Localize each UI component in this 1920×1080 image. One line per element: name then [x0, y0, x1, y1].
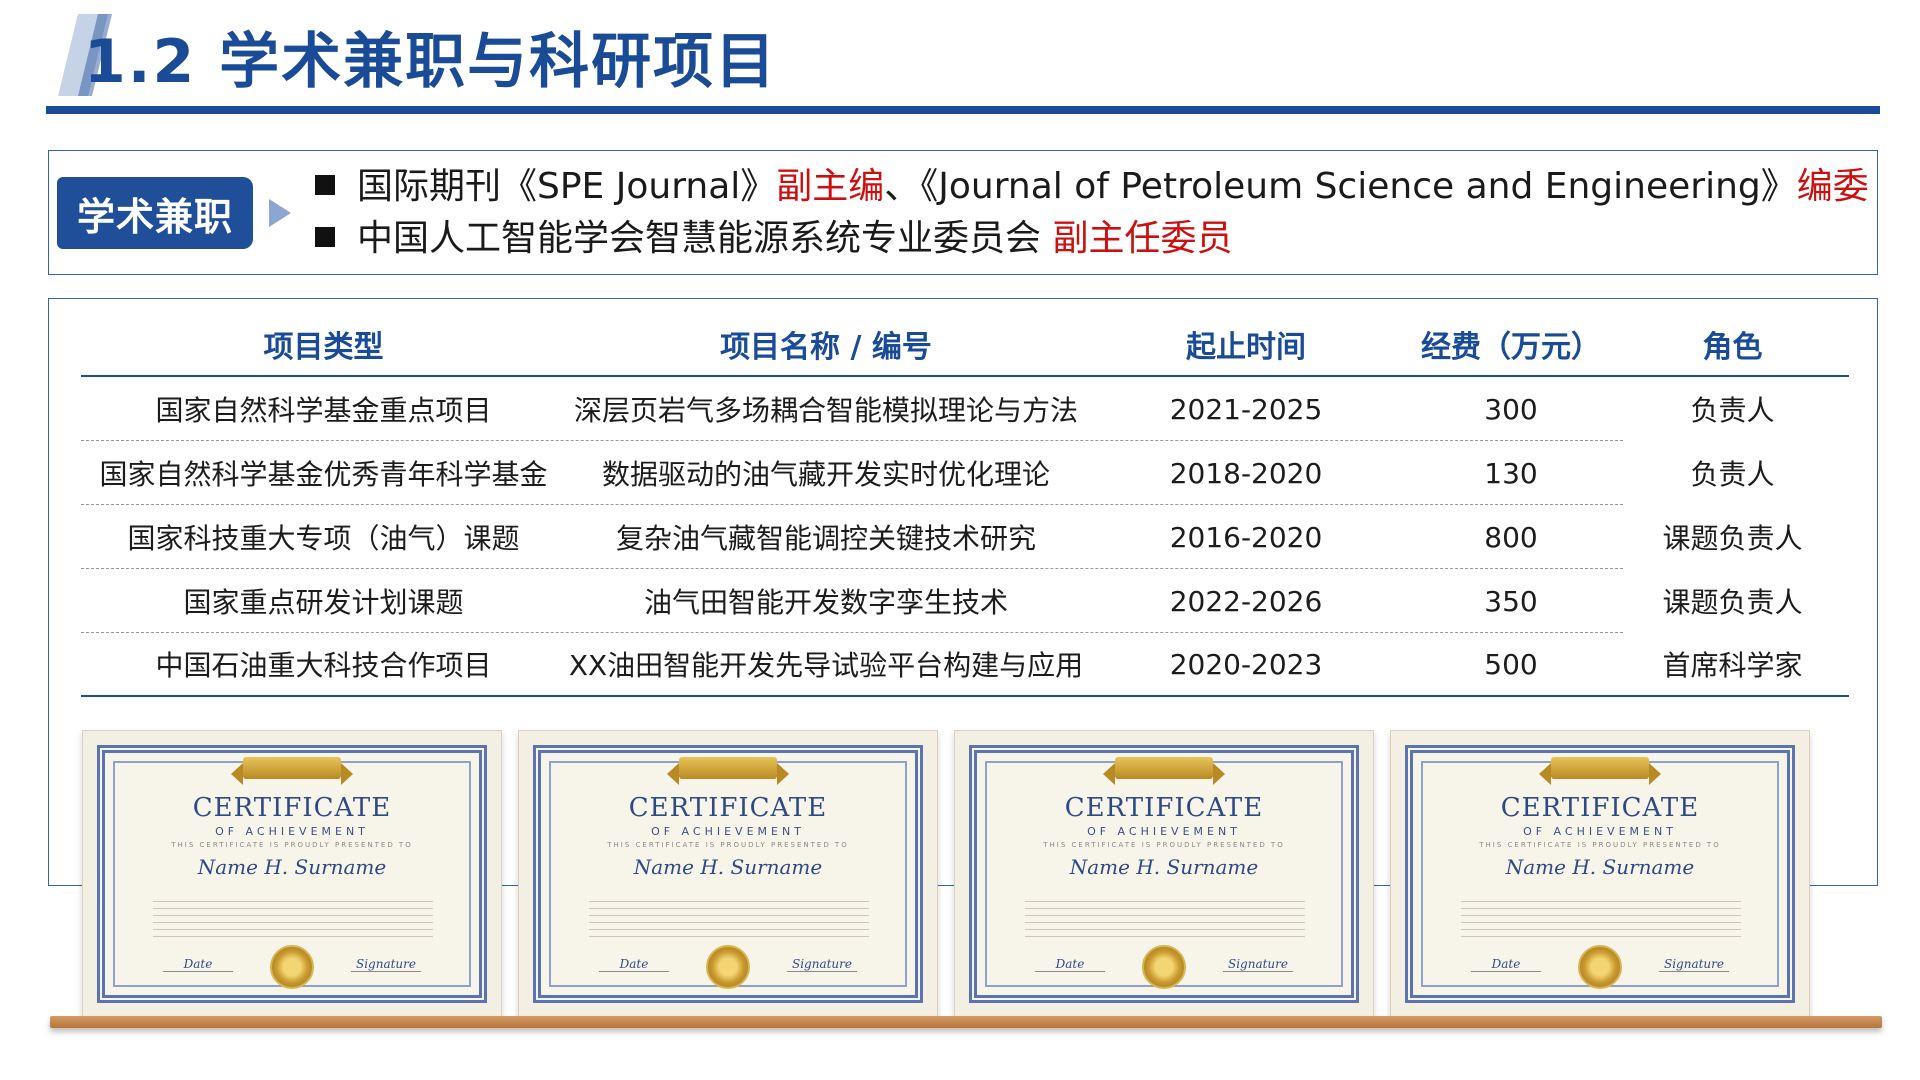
page-title: 1.2 学术兼职与科研项目	[84, 27, 778, 97]
header-role: 角色	[1702, 330, 1763, 365]
role-highlight: 编委	[1796, 166, 1869, 207]
header-funding: 经费（万元）	[1421, 330, 1601, 365]
table-row: 中国石油重大科技合作项目 XX油田智能开发先导试验平台构建与应用 2020-20…	[81, 633, 1849, 697]
header-name: 项目名称 / 编号	[720, 330, 932, 365]
certificate-body-text	[589, 895, 869, 939]
certificate-name: Name H. Surname	[197, 855, 387, 879]
certificate-image: CERTIFICATE OF ACHIEVEMENT THIS CERTIFIC…	[518, 730, 938, 1018]
certificate-name: Name H. Surname	[1069, 855, 1259, 879]
certificate-date: Date	[599, 957, 669, 972]
ribbon-icon	[667, 757, 789, 785]
certificate-date: Date	[163, 957, 233, 972]
certificate-signature: Signature	[1223, 957, 1293, 972]
certificate-image: CERTIFICATE OF ACHIEVEMENT THIS CERTIFIC…	[1390, 730, 1810, 1018]
academic-list: 国际期刊《SPE Journal》副主编、《Journal of Petrole…	[315, 161, 1869, 265]
title-underline	[46, 106, 1880, 114]
certificate-signature: Signature	[351, 957, 421, 972]
certificate-signature: Signature	[1659, 957, 1729, 972]
academic-posts-box: 学术兼职 国际期刊《SPE Journal》副主编、《Journal of Pe…	[48, 150, 1878, 275]
projects-table: 项目类型 项目名称 / 编号 起止时间 经费（万元） 角色 国家自然科学基金重点…	[81, 313, 1849, 697]
ribbon-icon	[1539, 757, 1661, 785]
ribbon-icon	[1103, 757, 1225, 785]
certificate-image: CERTIFICATE OF ACHIEVEMENT THIS CERTIFIC…	[954, 730, 1374, 1018]
certificate-tagline: THIS CERTIFICATE IS PROUDLY PRESENTED TO	[171, 841, 413, 849]
gold-seal-icon	[1142, 945, 1186, 989]
table-row: 国家自然科学基金重点项目 深层页岩气多场耦合智能模拟理论与方法 2021-202…	[81, 377, 1849, 441]
table-row: 国家自然科学基金优秀青年科学基金 数据驱动的油气藏开发实时优化理论 2018-2…	[81, 441, 1849, 505]
certificate-name: Name H. Surname	[633, 855, 823, 879]
certificate-heading: CERTIFICATE	[192, 793, 392, 823]
certificate-heading: CERTIFICATE	[1500, 793, 1700, 823]
header-type: 项目类型	[263, 330, 384, 365]
academic-item: 国际期刊《SPE Journal》副主编、《Journal of Petrole…	[315, 161, 1869, 213]
certificate-tagline: THIS CERTIFICATE IS PROUDLY PRESENTED TO	[607, 841, 849, 849]
certificate-body-text	[1461, 895, 1741, 939]
certificate-subheading: OF ACHIEVEMENT	[215, 825, 369, 838]
wooden-shelf	[50, 1016, 1882, 1028]
gold-seal-icon	[1578, 945, 1622, 989]
role-highlight: 副主任委员	[1052, 218, 1233, 259]
arrow-right-icon	[269, 199, 291, 227]
certificate-date: Date	[1035, 957, 1105, 972]
certificate-subheading: OF ACHIEVEMENT	[1523, 825, 1677, 838]
table-header-row: 项目类型 项目名称 / 编号 起止时间 经费（万元） 角色	[81, 313, 1849, 377]
ribbon-icon	[231, 757, 353, 785]
certificate-signature: Signature	[787, 957, 857, 972]
bullet-square-icon	[315, 227, 335, 247]
academic-item: 中国人工智能学会智慧能源系统专业委员会 副主任委员	[315, 213, 1869, 265]
gold-seal-icon	[270, 945, 314, 989]
certificate-tagline: THIS CERTIFICATE IS PROUDLY PRESENTED TO	[1043, 841, 1285, 849]
certificate-date: Date	[1471, 957, 1541, 972]
table-row: 国家科技重大专项（油气）课题 复杂油气藏智能调控关键技术研究 2016-2020…	[81, 505, 1849, 569]
certificate-body-text	[1025, 895, 1305, 939]
table-row: 国家重点研发计划课题 油气田智能开发数字孪生技术 2022-2026 350 课…	[81, 569, 1849, 633]
role-highlight: 副主编	[776, 166, 885, 207]
certificate-tagline: THIS CERTIFICATE IS PROUDLY PRESENTED TO	[1479, 841, 1721, 849]
certificate-name: Name H. Surname	[1505, 855, 1695, 879]
bullet-square-icon	[315, 175, 335, 195]
academic-tag: 学术兼职	[57, 177, 253, 249]
certificate-subheading: OF ACHIEVEMENT	[1087, 825, 1241, 838]
certificate-heading: CERTIFICATE	[628, 793, 828, 823]
certificate-body-text	[153, 895, 433, 939]
header-period: 起止时间	[1186, 330, 1306, 365]
certificate-heading: CERTIFICATE	[1064, 793, 1264, 823]
certificate-subheading: OF ACHIEVEMENT	[651, 825, 805, 838]
certificate-image: CERTIFICATE OF ACHIEVEMENT THIS CERTIFIC…	[82, 730, 502, 1018]
gold-seal-icon	[706, 945, 750, 989]
